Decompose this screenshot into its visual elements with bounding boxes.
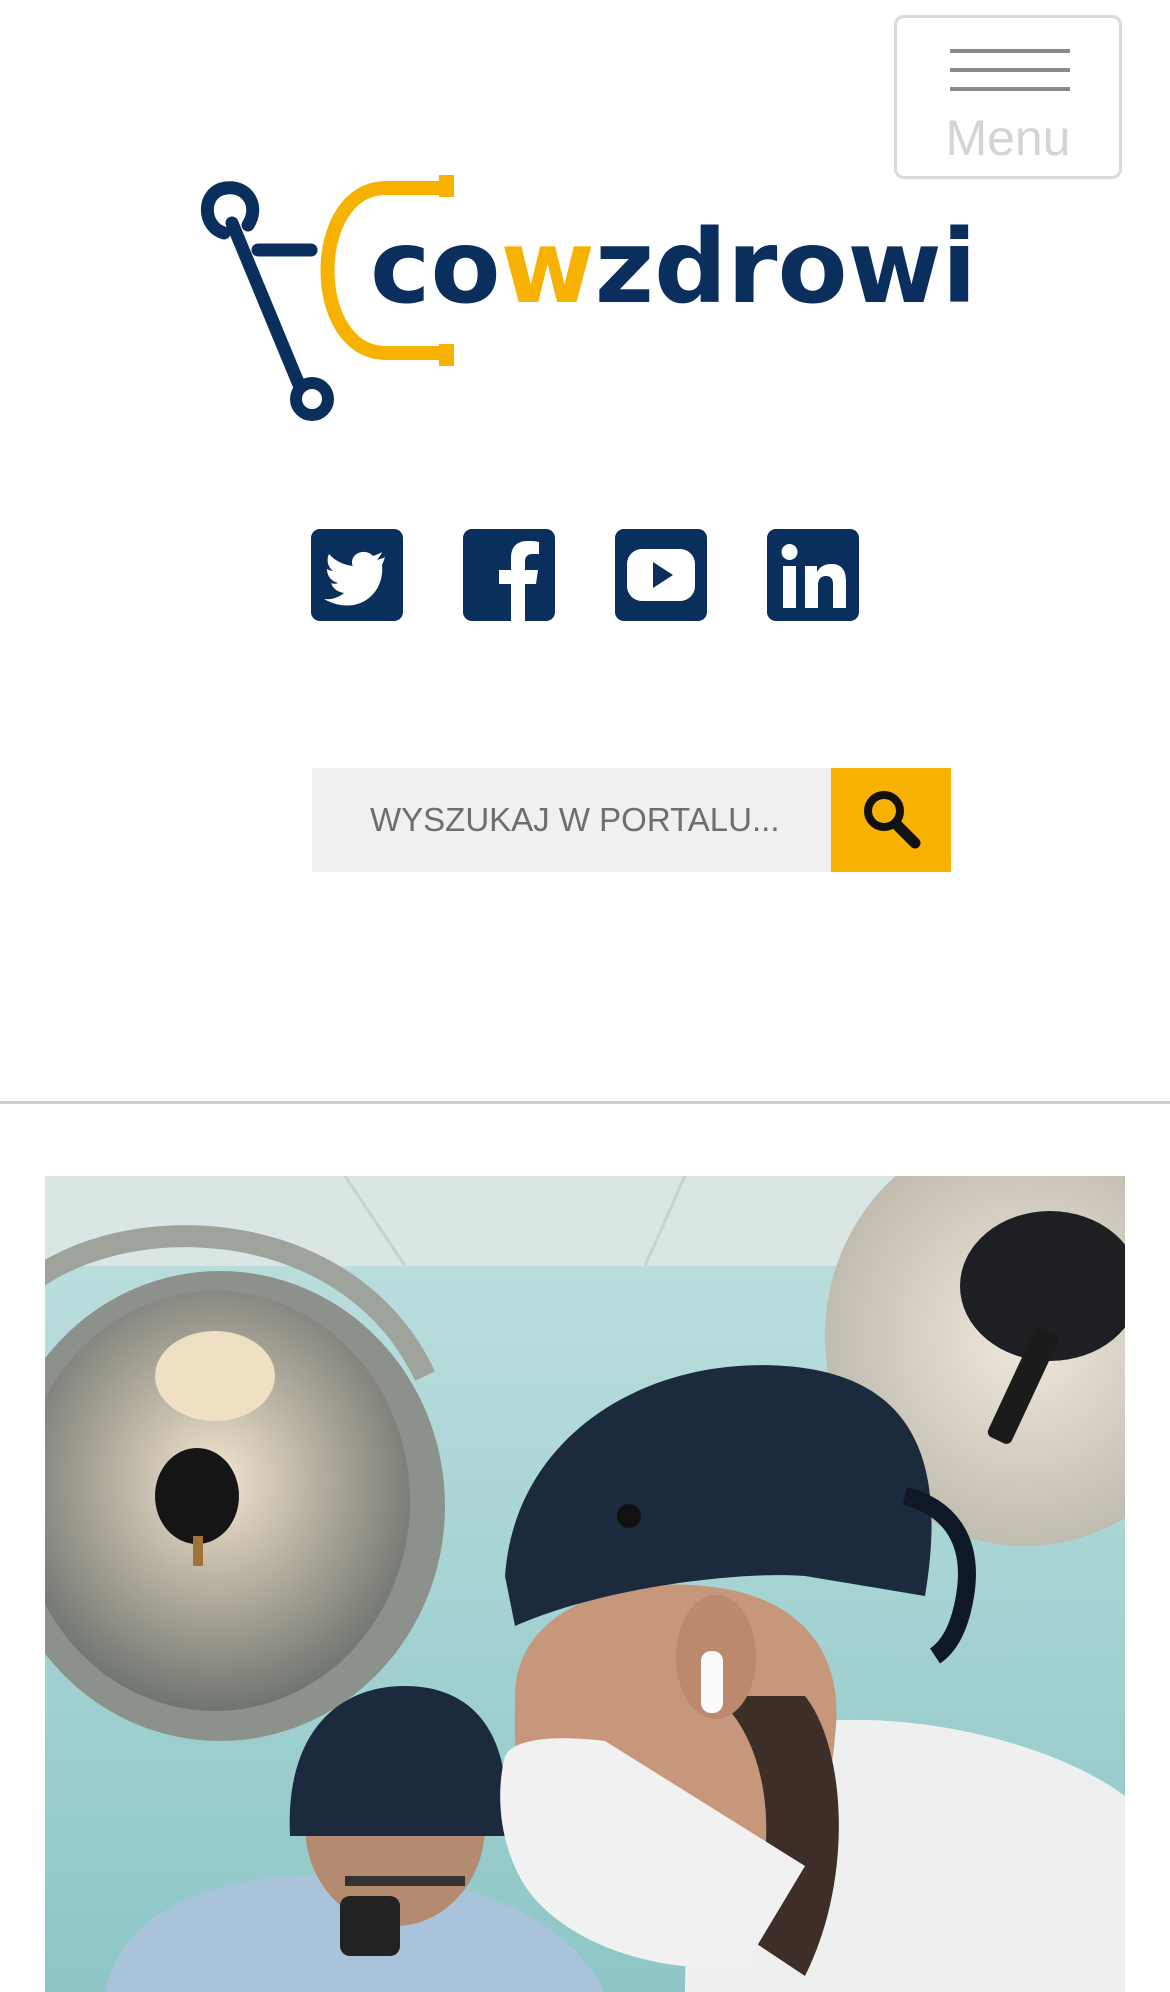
- header-divider: [0, 1101, 1170, 1104]
- site-logo[interactable]: cowzdrowiu.pl: [196, 175, 976, 430]
- logo-text-w: w: [501, 208, 595, 327]
- logo-text-co: co: [370, 208, 501, 327]
- facebook-icon: [499, 541, 539, 621]
- twitter-link[interactable]: [311, 529, 403, 621]
- hamburger-icon-bar: [950, 68, 1070, 72]
- hamburger-icon: [950, 49, 1070, 53]
- search-input[interactable]: [312, 768, 831, 872]
- logo-text-zdrowiu: zdrowiu.pl: [595, 208, 976, 327]
- article-hero-image[interactable]: [45, 1176, 1125, 1992]
- linkedin-icon: [781, 544, 846, 608]
- search-icon: [864, 791, 921, 849]
- menu-label: Menu: [945, 110, 1071, 166]
- surgeons-photo: [45, 1176, 1125, 1992]
- twitter-icon: [324, 551, 385, 606]
- facebook-link[interactable]: [463, 529, 555, 621]
- menu-button[interactable]: Menu: [894, 15, 1122, 179]
- logo-text: cowzdrowiu.pl: [370, 208, 976, 327]
- linkedin-link[interactable]: [767, 529, 859, 621]
- hamburger-icon-bar: [950, 87, 1070, 91]
- surgical-lamp-left: [45, 1225, 445, 1741]
- youtube-icon: [627, 549, 695, 601]
- search-button[interactable]: [831, 768, 951, 872]
- youtube-link[interactable]: [615, 529, 707, 621]
